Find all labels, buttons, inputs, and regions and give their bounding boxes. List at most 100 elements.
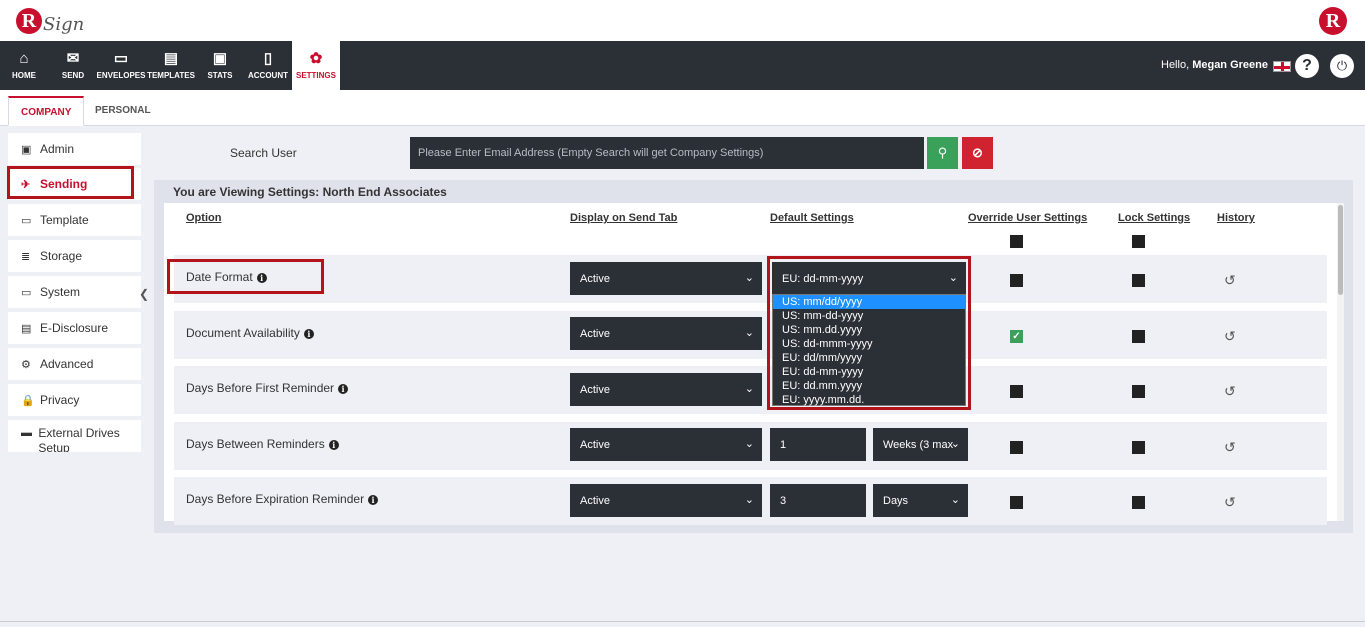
chevron-down-icon: ⌄ [950, 438, 960, 450]
info-icon[interactable]: i [338, 384, 349, 394]
select-value: Active [580, 272, 610, 285]
chevron-down-icon: ⌄ [744, 438, 754, 450]
collapse-sidebar-chevron-icon[interactable]: ❮ [139, 287, 149, 301]
user-greeting: Hello, Megan Greene [1161, 41, 1268, 90]
nav-send[interactable]: ✉ SEND [56, 41, 90, 90]
override-checkbox-checked[interactable]: ✓ [1010, 330, 1023, 343]
between-reminders-value-input[interactable]: 1 [770, 428, 866, 461]
gear-icon: ✿ [309, 50, 323, 67]
select-value: Active [580, 383, 610, 396]
logout-button[interactable]: ⏻ [1330, 54, 1354, 78]
lock-all-checkbox[interactable] [1132, 235, 1145, 248]
history-icon[interactable]: ↺ [1224, 328, 1236, 345]
row-label-document-availability: Document Availability i [186, 326, 314, 340]
col-override-user-settings: Override User Settings [968, 212, 1088, 224]
logo-text: Sign [43, 13, 85, 35]
date-format-display-select[interactable]: Active ⌄ [570, 262, 762, 295]
row-label-text: Document Availability [186, 326, 300, 340]
sidebar-item-label: Privacy [40, 393, 80, 407]
nav-templates-label: TEMPLATES [147, 71, 195, 80]
info-icon[interactable]: i [303, 329, 314, 339]
info-icon[interactable]: i [368, 495, 379, 505]
col-option: Option [186, 212, 222, 224]
lock-checkbox[interactable] [1132, 496, 1145, 509]
history-icon[interactable]: ↺ [1224, 494, 1236, 511]
tab-company[interactable]: COMPANY [8, 96, 85, 126]
lock-checkbox[interactable] [1132, 385, 1145, 398]
nav-settings-label: SETTINGS [295, 71, 336, 80]
sidebar-item-template[interactable]: ▭ Template [8, 204, 141, 236]
drive-icon: ▬ [21, 427, 32, 439]
override-checkbox[interactable] [1010, 441, 1023, 454]
hello-prefix: Hello, [1161, 59, 1190, 71]
between-reminders-unit-select[interactable]: Weeks (3 max) ⌄ [873, 428, 968, 461]
between-reminders-display-select[interactable]: Active ⌄ [570, 428, 762, 461]
sidebar-item-label: E-Disclosure [40, 321, 109, 335]
chevron-down-icon: ⌄ [744, 272, 754, 284]
sidebar-item-system[interactable]: ▭ System [8, 276, 141, 308]
nav-home[interactable]: ⌂ HOME [7, 41, 41, 90]
cogs-icon: ⚙ [21, 358, 31, 371]
sidebar-item-privacy[interactable]: 🔒 Privacy [8, 384, 141, 416]
question-icon: ? [1302, 57, 1312, 74]
sending-highlight-box [7, 166, 134, 199]
template-icon: ▭ [21, 214, 32, 227]
ban-icon: ⊘ [972, 145, 983, 160]
col-history: History [1217, 212, 1255, 224]
row-label-text: Days Between Reminders [186, 437, 325, 451]
row-label-text: Days Before First Reminder [186, 381, 335, 395]
sidebar-item-e-disclosure[interactable]: ▤ E-Disclosure [8, 312, 141, 344]
override-all-checkbox[interactable] [1010, 235, 1023, 248]
history-icon[interactable]: ↺ [1224, 383, 1236, 400]
expiration-reminder-unit-select[interactable]: Days ⌄ [873, 484, 968, 517]
first-reminder-display-select[interactable]: Active ⌄ [570, 373, 762, 406]
nav-stats[interactable]: ▣ STATS [203, 41, 237, 90]
sidebar-item-advanced[interactable]: ⚙ Advanced [8, 348, 141, 380]
search-email-input[interactable] [410, 137, 924, 169]
col-lock-settings: Lock Settings [1118, 212, 1191, 224]
expiration-reminder-display-select[interactable]: Active ⌄ [570, 484, 762, 517]
date-format-highlight-box [167, 259, 324, 294]
search-button[interactable]: ⚲ [927, 137, 958, 169]
account-icon: ▯ [263, 50, 273, 67]
override-checkbox[interactable] [1010, 274, 1023, 287]
viewing-settings-title: You are Viewing Settings: North End Asso… [173, 185, 447, 199]
chevron-down-icon: ⌄ [744, 383, 754, 395]
tab-personal[interactable]: PERSONAL [83, 96, 163, 126]
sidebar-item-label: Template [40, 213, 89, 227]
row-label-days-between-reminders: Days Between Reminders i [186, 437, 339, 451]
clear-search-button[interactable]: ⊘ [962, 137, 993, 169]
lock-checkbox[interactable] [1132, 441, 1145, 454]
info-icon[interactable]: i [328, 440, 339, 450]
override-checkbox[interactable] [1010, 385, 1023, 398]
expiration-reminder-value-input[interactable]: 3 [770, 484, 866, 517]
nav-stats-label: STATS [207, 71, 233, 80]
sidebar-item-external-drives[interactable]: ▬ External Drives Setup [8, 420, 141, 452]
nav-account[interactable]: ▯ ACCOUNT [246, 41, 290, 90]
nav-home-label: HOME [12, 71, 36, 80]
sidebar-item-admin[interactable]: ▣ Admin [8, 133, 141, 165]
nav-settings[interactable]: ✿ SETTINGS [292, 41, 340, 90]
row-label-days-before-first-reminder: Days Before First Reminder i [186, 381, 349, 395]
nav-envelopes[interactable]: ▭ ENVELOPES [97, 41, 146, 90]
inbox-icon: ▭ [113, 50, 129, 67]
override-checkbox[interactable] [1010, 496, 1023, 509]
nav-templates[interactable]: ▤ TEMPLATES [147, 41, 195, 90]
sidebar-item-storage[interactable]: ≣ Storage [8, 240, 141, 272]
scrollbar-thumb[interactable] [1338, 205, 1343, 295]
document-availability-display-select[interactable]: Active ⌄ [570, 317, 762, 350]
lock-icon: 🔒 [21, 394, 35, 407]
select-value: Active [580, 327, 610, 340]
search-icon: ⚲ [937, 145, 948, 160]
lock-checkbox[interactable] [1132, 330, 1145, 343]
history-icon[interactable]: ↺ [1224, 439, 1236, 456]
monitor-icon: ▭ [21, 286, 32, 299]
chevron-down-icon: ⌄ [950, 494, 960, 506]
lock-checkbox[interactable] [1132, 274, 1145, 287]
uk-flag-icon[interactable] [1273, 61, 1291, 72]
templates-icon: ▤ [163, 50, 179, 67]
help-button[interactable]: ? [1295, 54, 1319, 78]
storage-icon: ≣ [21, 250, 31, 263]
rsign-logo[interactable]: R Sign [16, 5, 84, 37]
history-icon[interactable]: ↺ [1224, 272, 1236, 289]
